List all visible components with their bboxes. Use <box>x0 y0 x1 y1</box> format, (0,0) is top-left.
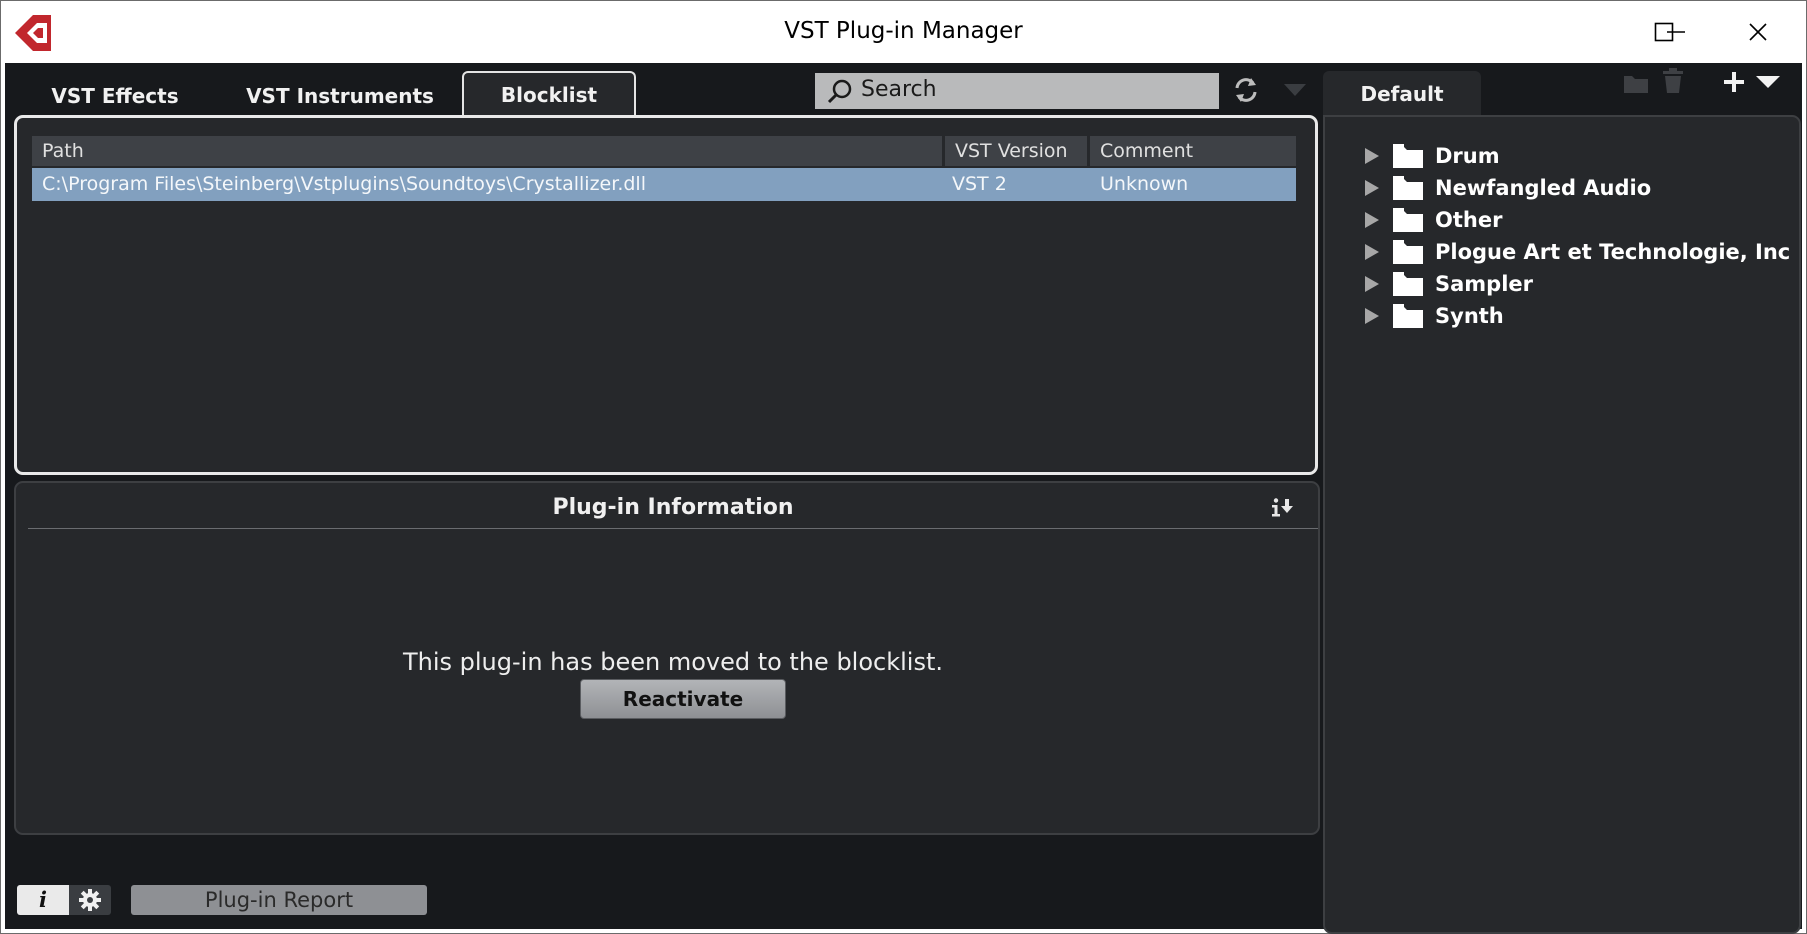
plugin-report-button[interactable]: Plug-in Report <box>131 885 427 915</box>
folder-label: Drum <box>1435 144 1500 168</box>
tree-folder-other[interactable]: Other <box>1365 205 1502 235</box>
folder-icon <box>1393 272 1423 296</box>
maximize-icon <box>1654 22 1674 42</box>
plugin-info-title: Plug-in Information <box>552 495 794 520</box>
close-button[interactable] <box>1712 1 1804 63</box>
folder-label: Newfangled Audio <box>1435 176 1652 200</box>
trash-icon[interactable] <box>1661 67 1685 95</box>
plugin-manager-window: VST Plug-in Manager VST Effects VST Inst… <box>0 0 1807 934</box>
folder-label: Synth <box>1435 304 1504 328</box>
cell-path: C:\Program Files\Steinberg\Vstplugins\So… <box>42 173 646 195</box>
expand-arrow-icon[interactable] <box>1365 244 1379 260</box>
table-header: Path VST Version Comment <box>32 136 1296 166</box>
tab-vst-instruments[interactable]: VST Instruments <box>235 75 445 117</box>
tree-folder-plogue[interactable]: Plogue Art et Technologie, Inc <box>1365 237 1790 267</box>
expand-arrow-icon[interactable] <box>1365 180 1379 196</box>
refresh-icon[interactable] <box>1231 75 1261 105</box>
tree-folder-sampler[interactable]: Sampler <box>1365 269 1533 299</box>
blocklist-panel: Path VST Version Comment C:\Program File… <box>14 115 1318 475</box>
column-vst-version[interactable]: VST Version <box>942 136 1087 166</box>
client-area: VST Effects VST Instruments Blocklist Se… <box>5 63 1802 934</box>
gear-icon <box>79 889 101 911</box>
tab-default-collection[interactable]: Default <box>1323 71 1481 117</box>
folder-icon <box>1393 240 1423 264</box>
expand-arrow-icon[interactable] <box>1365 148 1379 164</box>
folder-label: Plogue Art et Technologie, Inc <box>1435 240 1791 264</box>
folder-icon <box>1393 144 1423 168</box>
cell-comment: Unknown <box>1100 173 1189 195</box>
search-icon <box>827 79 852 104</box>
collection-panel: Drum Newfangled Audio Other Plogue Art e… <box>1323 115 1801 934</box>
maximize-button[interactable] <box>1618 1 1710 63</box>
tab-vst-effects[interactable]: VST Effects <box>35 75 195 117</box>
folder-icon <box>1393 304 1423 328</box>
plugin-info-panel: Plug-in Information This plug-in has bee… <box>14 481 1320 835</box>
folder-label: Sampler <box>1435 272 1534 296</box>
expand-arrow-icon[interactable] <box>1365 212 1379 228</box>
reactivate-button[interactable]: Reactivate <box>580 679 786 719</box>
column-comment[interactable]: Comment <box>1087 136 1296 166</box>
folder-label: Other <box>1435 208 1503 232</box>
expand-arrow-icon[interactable] <box>1365 308 1379 324</box>
add-icon[interactable] <box>1722 70 1746 94</box>
blocklist-message: This plug-in has been moved to the block… <box>402 648 944 676</box>
title-bar[interactable]: VST Plug-in Manager <box>1 1 1806 63</box>
dropdown-arrow-icon[interactable] <box>1283 83 1307 97</box>
search-field[interactable]: Search <box>815 73 1219 109</box>
search-placeholder: Search <box>861 77 937 102</box>
info-export-icon[interactable] <box>1270 497 1298 521</box>
folder-icon <box>1393 208 1423 232</box>
settings-button[interactable] <box>69 885 111 915</box>
cell-vst-version: VST 2 <box>952 173 1007 195</box>
folder-add-icon[interactable] <box>1622 71 1650 95</box>
column-path[interactable]: Path <box>32 136 942 166</box>
tree-folder-newfangled-audio[interactable]: Newfangled Audio <box>1365 173 1651 203</box>
info-divider <box>28 528 1318 529</box>
tree-folder-synth[interactable]: Synth <box>1365 301 1504 331</box>
collection-menu-arrow-icon[interactable] <box>1755 75 1781 89</box>
close-icon <box>1749 23 1767 41</box>
info-toggle-button[interactable]: i <box>17 885 69 915</box>
window-title: VST Plug-in Manager <box>784 18 1023 44</box>
tab-blocklist[interactable]: Blocklist <box>462 71 636 119</box>
expand-arrow-icon[interactable] <box>1365 276 1379 292</box>
folder-icon <box>1393 176 1423 200</box>
tree-folder-drum[interactable]: Drum <box>1365 141 1500 171</box>
table-row[interactable]: C:\Program Files\Steinberg\Vstplugins\So… <box>32 168 1296 201</box>
